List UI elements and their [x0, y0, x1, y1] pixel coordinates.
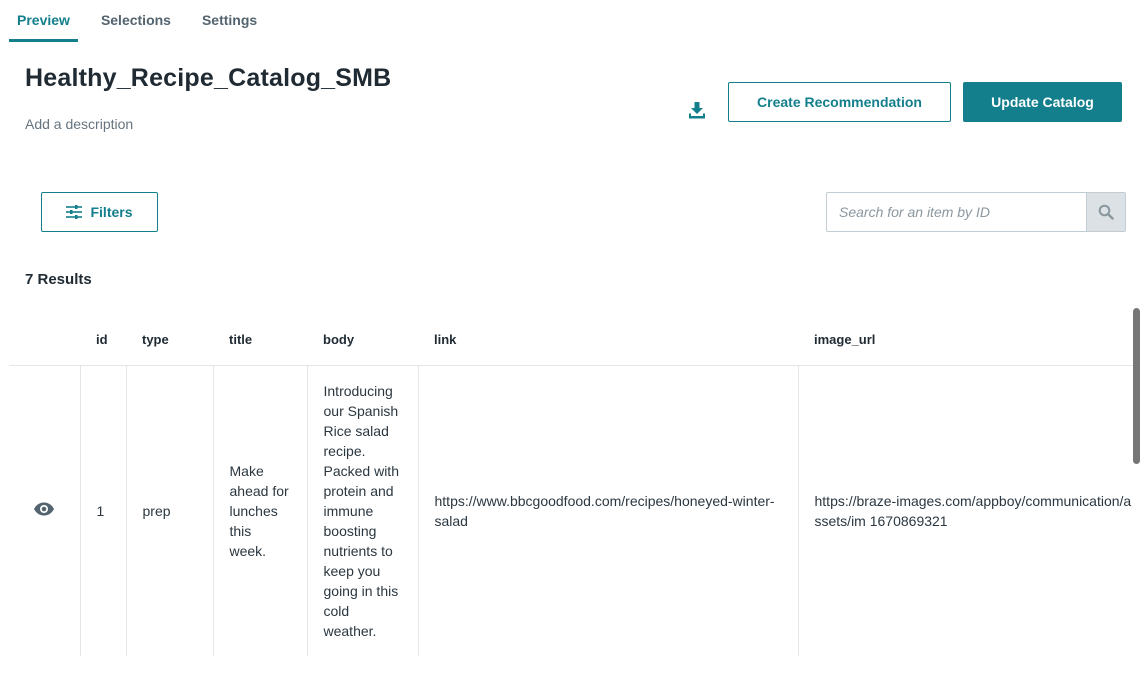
column-header-image-url[interactable]: image_url	[798, 314, 1133, 366]
column-header-title[interactable]: title	[213, 314, 307, 366]
tab-bar: Preview Selections Settings	[9, 0, 280, 42]
tab-settings[interactable]: Settings	[194, 0, 265, 42]
column-header-link[interactable]: link	[418, 314, 798, 366]
cell-body: Introducing our Spanish Rice salad recip…	[307, 365, 419, 656]
cell-image-url: https://braze-images.com/appboy/communic…	[814, 492, 1132, 529]
table-header-row: id type title body link image_url	[9, 314, 1133, 366]
search-icon	[1098, 204, 1114, 220]
table-row: 1 prep Make ahead for lunches this week.…	[9, 365, 1133, 656]
filters-button[interactable]: Filters	[41, 192, 158, 232]
eye-icon	[34, 502, 55, 515]
cell-type: prep	[126, 365, 214, 656]
column-header-id[interactable]: id	[80, 314, 126, 366]
search-input[interactable]	[826, 192, 1086, 232]
search-button[interactable]	[1086, 192, 1126, 232]
catalog-preview-page: Preview Selections Settings Healthy_Reci…	[0, 0, 1147, 697]
filters-label: Filters	[90, 204, 133, 220]
page-title: Healthy_Recipe_Catalog_SMB	[25, 64, 392, 92]
cell-title: Make ahead for lunches this week.	[213, 365, 308, 656]
column-header-view	[9, 314, 80, 366]
tab-preview[interactable]: Preview	[9, 0, 78, 42]
results-count: 7 Results	[25, 271, 92, 288]
create-recommendation-button[interactable]: Create Recommendation	[728, 82, 951, 122]
download-icon	[688, 101, 705, 118]
download-button[interactable]	[684, 97, 709, 122]
cell-id: 1	[80, 365, 127, 656]
cell-link: https://www.bbcgoodfood.com/recipes/hone…	[418, 365, 799, 656]
tab-selections[interactable]: Selections	[93, 0, 179, 42]
catalog-table: id type title body link image_url 1 prep…	[9, 314, 1133, 697]
update-catalog-button[interactable]: Update Catalog	[963, 82, 1122, 122]
vertical-scrollbar[interactable]	[1133, 308, 1140, 464]
sliders-icon	[66, 205, 83, 219]
column-header-body[interactable]: body	[307, 314, 418, 366]
view-item-button[interactable]	[33, 502, 55, 516]
column-header-type[interactable]: type	[126, 314, 213, 366]
item-search	[826, 192, 1126, 232]
view-cell	[9, 365, 81, 656]
add-description-field[interactable]: Add a description	[25, 116, 133, 132]
